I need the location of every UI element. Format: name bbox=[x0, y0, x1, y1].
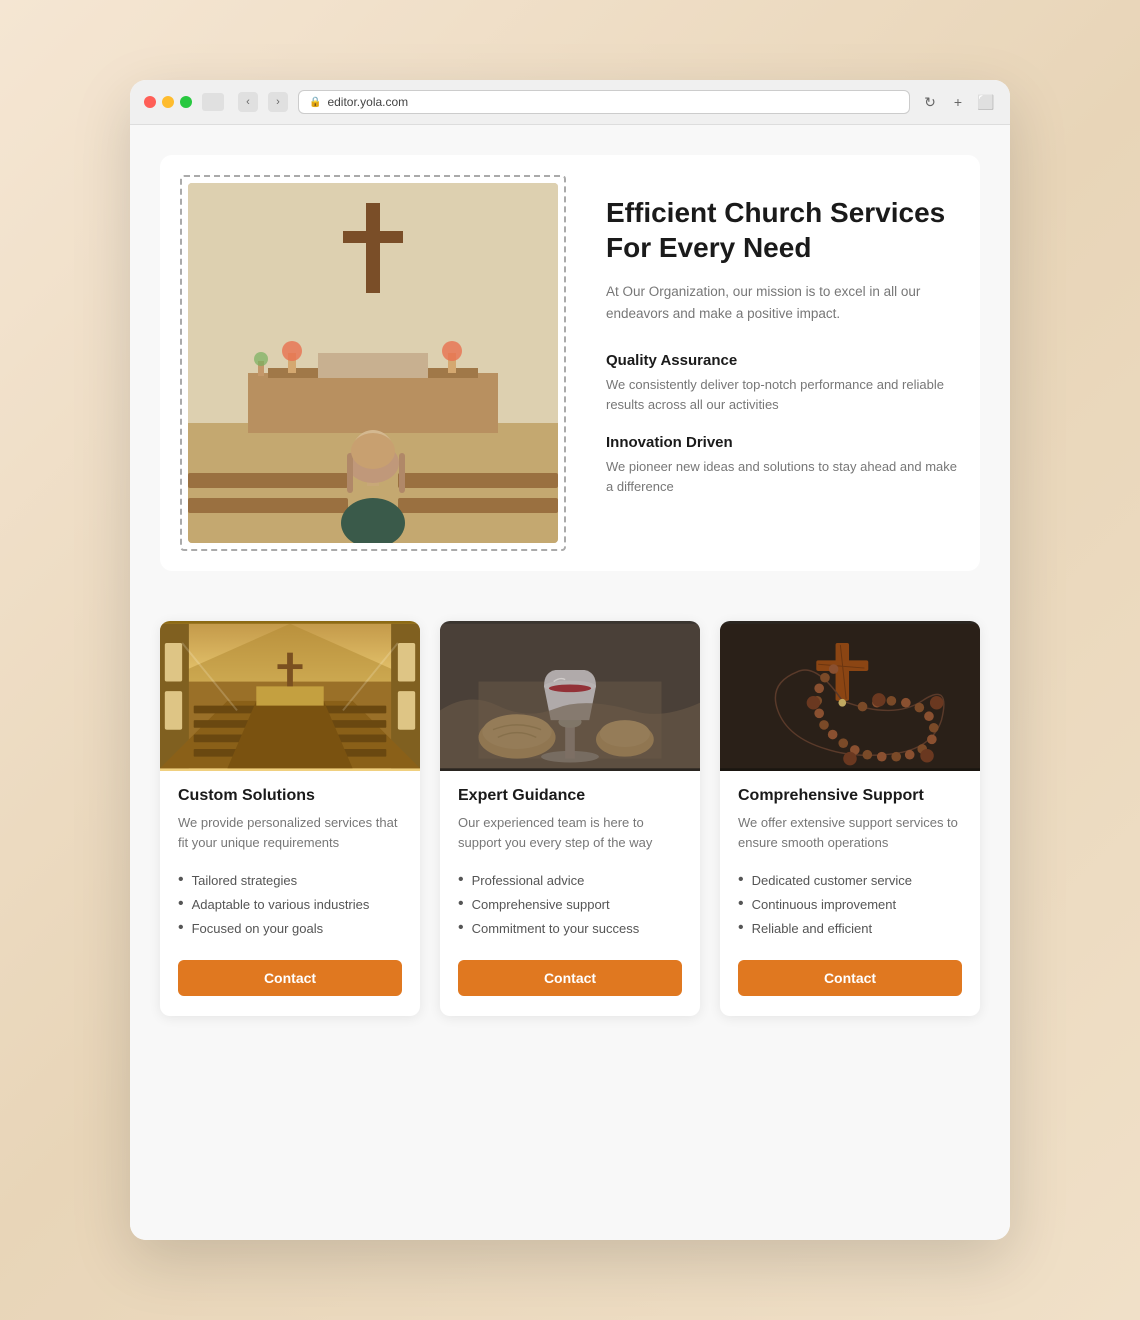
back-button[interactable]: ‹ bbox=[238, 92, 258, 112]
contact-button-support[interactable]: Contact bbox=[738, 960, 962, 996]
card-body-expert: Expert Guidance Our experienced team is … bbox=[440, 771, 700, 1016]
lock-icon: 🔒 bbox=[309, 97, 321, 108]
contact-button-custom[interactable]: Contact bbox=[178, 960, 402, 996]
card-desc-custom: We provide personalized services that fi… bbox=[178, 813, 402, 852]
list-item: Reliable and efficient bbox=[738, 916, 962, 940]
card-title-expert: Expert Guidance bbox=[458, 787, 682, 805]
new-tab-button[interactable]: + bbox=[948, 92, 968, 112]
card-expert-guidance: Expert Guidance Our experienced team is … bbox=[440, 621, 700, 1016]
card-desc-support: We offer extensive support services to e… bbox=[738, 813, 962, 852]
card-desc-expert: Our experienced team is here to support … bbox=[458, 813, 682, 852]
rosary-svg bbox=[720, 621, 980, 771]
feature-title-quality: Quality Assurance bbox=[606, 352, 960, 369]
list-item: Dedicated customer service bbox=[738, 868, 962, 892]
list-item: Comprehensive support bbox=[458, 892, 682, 916]
list-item: Commitment to your success bbox=[458, 916, 682, 940]
card-body-support: Comprehensive Support We offer extensive… bbox=[720, 771, 980, 1016]
card-list-expert: Professional advice Comprehensive suppor… bbox=[458, 868, 682, 940]
feature-desc-quality: We consistently deliver top-notch perfor… bbox=[606, 375, 960, 414]
list-item: Adaptable to various industries bbox=[178, 892, 402, 916]
traffic-lights bbox=[144, 96, 192, 108]
hero-text: Efficient Church Services For Every Need… bbox=[606, 175, 960, 516]
card-list-support: Dedicated customer service Continuous im… bbox=[738, 868, 962, 940]
hero-title: Efficient Church Services For Every Need bbox=[606, 195, 960, 265]
church-interior-svg bbox=[160, 621, 420, 771]
hero-section: Efficient Church Services For Every Need… bbox=[160, 155, 980, 571]
feature-item-quality: Quality Assurance We consistently delive… bbox=[606, 352, 960, 414]
list-item: Continuous improvement bbox=[738, 892, 962, 916]
card-image-communion bbox=[440, 621, 700, 771]
feature-item-innovation: Innovation Driven We pioneer new ideas a… bbox=[606, 434, 960, 496]
hero-image bbox=[188, 183, 558, 543]
communion-svg bbox=[440, 621, 700, 771]
share-button[interactable]: ↻ bbox=[920, 92, 940, 112]
card-title-custom: Custom Solutions bbox=[178, 787, 402, 805]
card-list-custom: Tailored strategies Adaptable to various… bbox=[178, 868, 402, 940]
feature-desc-innovation: We pioneer new ideas and solutions to st… bbox=[606, 457, 960, 496]
browser-content: Efficient Church Services For Every Need… bbox=[130, 125, 1010, 1240]
url-text: editor.yola.com bbox=[327, 95, 408, 109]
browser-actions: ↻ + ⬜ bbox=[920, 92, 996, 112]
sidebar-toggle-button[interactable] bbox=[202, 93, 224, 111]
card-image-church-interior bbox=[160, 621, 420, 771]
list-item: Professional advice bbox=[458, 868, 682, 892]
contact-button-expert[interactable]: Contact bbox=[458, 960, 682, 996]
church-svg-scene bbox=[188, 183, 558, 543]
traffic-light-yellow[interactable] bbox=[162, 96, 174, 108]
cards-section: Custom Solutions We provide personalized… bbox=[160, 621, 980, 1016]
card-body-custom: Custom Solutions We provide personalized… bbox=[160, 771, 420, 1016]
card-title-support: Comprehensive Support bbox=[738, 787, 962, 805]
list-item: Focused on your goals bbox=[178, 916, 402, 940]
list-item: Tailored strategies bbox=[178, 868, 402, 892]
url-bar[interactable]: 🔒 editor.yola.com bbox=[298, 90, 910, 114]
card-image-rosary bbox=[720, 621, 980, 771]
card-comprehensive-support: Comprehensive Support We offer extensive… bbox=[720, 621, 980, 1016]
browser-window: ‹ › 🔒 editor.yola.com ↻ + ⬜ bbox=[130, 80, 1010, 1240]
card-custom-solutions: Custom Solutions We provide personalized… bbox=[160, 621, 420, 1016]
traffic-light-green[interactable] bbox=[180, 96, 192, 108]
feature-title-innovation: Innovation Driven bbox=[606, 434, 960, 451]
hero-image-wrapper bbox=[180, 175, 566, 551]
browser-chrome: ‹ › 🔒 editor.yola.com ↻ + ⬜ bbox=[130, 80, 1010, 125]
forward-button[interactable]: › bbox=[268, 92, 288, 112]
traffic-light-red[interactable] bbox=[144, 96, 156, 108]
extensions-button[interactable]: ⬜ bbox=[976, 92, 996, 112]
hero-description: At Our Organization, our mission is to e… bbox=[606, 281, 960, 324]
hero-image-dashed-border bbox=[180, 175, 566, 551]
